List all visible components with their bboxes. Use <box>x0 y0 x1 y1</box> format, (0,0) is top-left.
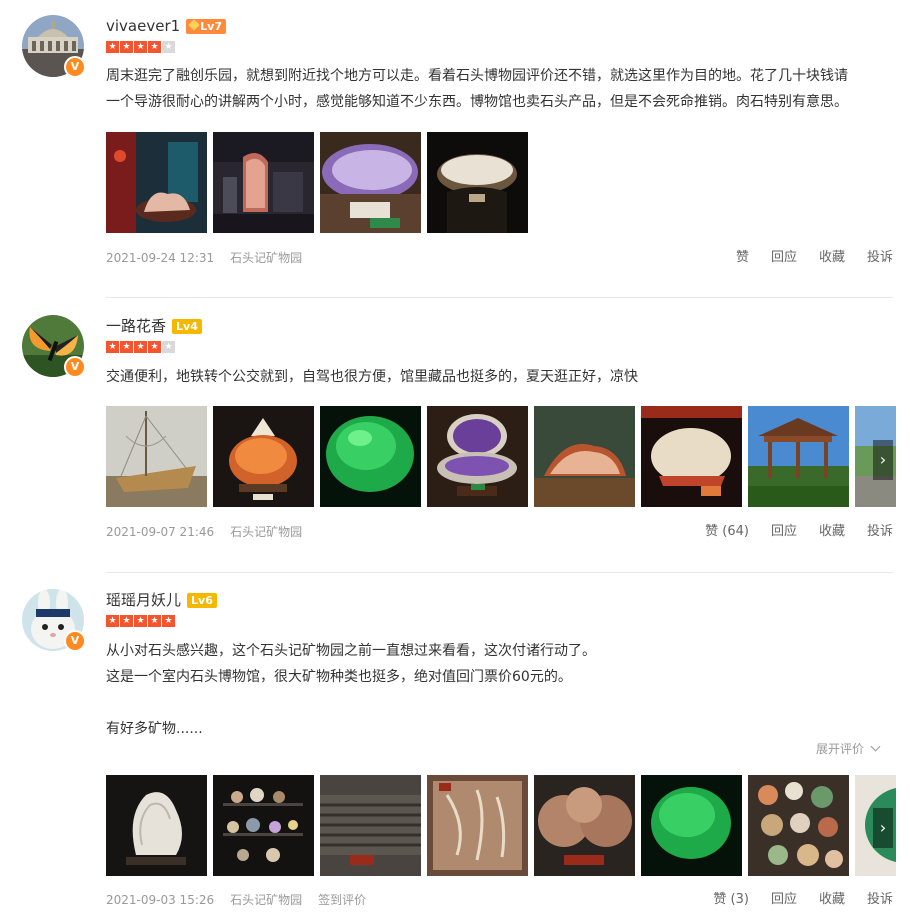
review-text: 交通便利，地铁转个公交就到，自驾也很方便，馆里藏品也挺多的，夏天逛正好，凉快 <box>106 364 896 390</box>
photo-strip <box>106 132 896 233</box>
level-badge: Lv6 <box>187 593 217 608</box>
username[interactable]: vivaever1 Lv7 <box>106 16 227 36</box>
review-photo[interactable] <box>213 132 314 233</box>
reply-button[interactable]: 回应 <box>771 892 797 907</box>
star-icon: ★ <box>162 341 175 353</box>
rating-stars: ★ ★ ★ ★ ★ <box>106 615 175 627</box>
level-text: Lv6 <box>191 594 213 607</box>
report-button[interactable]: 投诉 <box>867 524 893 539</box>
checkin-tag: 签到评价 <box>318 893 367 907</box>
username-text[interactable]: 一路花香 <box>106 317 166 335</box>
star-icon: ★ <box>106 341 119 353</box>
review-line: 有好多矿物...... <box>106 721 203 737</box>
star-icon: ★ <box>106 615 119 627</box>
photo-strip <box>106 406 896 507</box>
review-photo[interactable] <box>534 406 635 507</box>
review-photo[interactable] <box>320 775 421 876</box>
review-line <box>106 690 896 716</box>
poi-link[interactable]: 石头记矿物园 <box>230 251 302 265</box>
star-icon: ★ <box>120 41 133 53</box>
review-photo[interactable] <box>320 406 421 507</box>
review-date: 2021-09-03 15:26 <box>106 893 215 907</box>
review-photo[interactable] <box>106 132 207 233</box>
chevron-down-icon <box>870 741 881 752</box>
review-photo[interactable] <box>213 775 314 876</box>
review-photo[interactable] <box>641 775 742 876</box>
report-button[interactable]: 投诉 <box>867 250 893 265</box>
review-actions: 赞 (64) 回应 收藏 投诉 <box>683 523 893 541</box>
review-line: 交通便利，地铁转个公交就到，自驾也很方便，馆里藏品也挺多的，夏天逛正好，凉快 <box>106 369 638 385</box>
next-photo-button[interactable]: › <box>873 808 893 848</box>
star-icon: ★ <box>120 341 133 353</box>
collect-button[interactable]: 收藏 <box>819 250 845 265</box>
review-photo[interactable] <box>427 406 528 507</box>
rating-stars: ★ ★ ★ ★ ★ <box>106 41 175 53</box>
review-date: 2021-09-07 21:46 <box>106 525 215 539</box>
username[interactable]: 一路花香 Lv4 <box>106 316 202 336</box>
collect-button[interactable]: 收藏 <box>819 892 845 907</box>
divider <box>106 572 893 573</box>
verified-icon: V <box>64 356 86 378</box>
review-line: 周末逛完了融创乐园，就想到附近找个地方可以走。看着石头博物园评价还不错，就选这里… <box>106 68 848 84</box>
star-icon: ★ <box>134 341 147 353</box>
review-line: 这是一个室内石头博物馆，很大矿物种类也挺多，绝对值回门票价60元的。 <box>106 669 572 685</box>
star-icon: ★ <box>148 615 161 627</box>
review-actions: 赞 回应 收藏 投诉 <box>714 249 893 267</box>
star-icon: ★ <box>162 615 175 627</box>
review-photo[interactable] <box>106 406 207 507</box>
star-icon: ★ <box>134 615 147 627</box>
poi-link[interactable]: 石头记矿物园 <box>230 525 302 539</box>
review-line: 一个导游很耐心的讲解两个小时，感觉能够知道不少东西。博物馆也卖石头产品，但是不会… <box>106 94 848 110</box>
poi-link[interactable]: 石头记矿物园 <box>230 893 302 907</box>
report-button[interactable]: 投诉 <box>867 892 893 907</box>
review-photo[interactable] <box>641 406 742 507</box>
level-badge: Lv7 <box>186 19 227 34</box>
diamond-icon <box>188 19 200 31</box>
username-text[interactable]: vivaever1 <box>106 17 180 35</box>
review-photo[interactable] <box>748 406 849 507</box>
review-date: 2021-09-24 12:31 <box>106 251 215 265</box>
verified-icon: V <box>64 56 86 78</box>
expand-review-button[interactable]: 展开评价 <box>816 740 881 758</box>
rating-stars: ★ ★ ★ ★ ★ <box>106 341 175 353</box>
photo-strip <box>106 775 896 876</box>
like-button[interactable]: 赞 (3) <box>713 892 749 907</box>
next-photo-button[interactable]: › <box>873 440 893 480</box>
review-photo[interactable] <box>427 775 528 876</box>
reply-button[interactable]: 回应 <box>771 250 797 265</box>
review-meta: 2021-09-24 12:31 石头记矿物园 <box>106 249 318 267</box>
username-text[interactable]: 瑶瑶月妖儿 <box>106 591 181 609</box>
like-button[interactable]: 赞 <box>736 250 749 265</box>
level-text: Lv4 <box>176 320 198 333</box>
level-badge: Lv4 <box>172 319 202 334</box>
reply-button[interactable]: 回应 <box>771 524 797 539</box>
review-meta: 2021-09-07 21:46 石头记矿物园 <box>106 523 318 541</box>
review-photo[interactable] <box>106 775 207 876</box>
collect-button[interactable]: 收藏 <box>819 524 845 539</box>
review-actions: 赞 (3) 回应 收藏 投诉 <box>691 891 893 909</box>
star-icon: ★ <box>134 41 147 53</box>
star-icon: ★ <box>148 41 161 53</box>
review-line: 从小对石头感兴趣，这个石头记矿物园之前一直想过来看看，这次付诸行动了。 <box>106 643 596 659</box>
review-photo[interactable] <box>427 132 528 233</box>
star-icon: ★ <box>106 41 119 53</box>
review-photo[interactable] <box>748 775 849 876</box>
username[interactable]: 瑶瑶月妖儿 Lv6 <box>106 590 217 610</box>
star-icon: ★ <box>120 615 133 627</box>
level-text: Lv7 <box>200 20 223 33</box>
divider <box>106 297 893 298</box>
review-text: 周末逛完了融创乐园，就想到附近找个地方可以走。看着石头博物园评价还不错，就选这里… <box>106 63 896 115</box>
verified-icon: V <box>64 630 86 652</box>
like-button[interactable]: 赞 (64) <box>705 524 749 539</box>
star-icon: ★ <box>162 41 175 53</box>
review-meta: 2021-09-03 15:26 石头记矿物园 签到评价 <box>106 891 382 909</box>
review-photo[interactable] <box>534 775 635 876</box>
review-text: 从小对石头感兴趣，这个石头记矿物园之前一直想过来看看，这次付诸行动了。 这是一个… <box>106 638 896 742</box>
expand-label[interactable]: 展开评价 <box>816 742 864 756</box>
review-photo[interactable] <box>320 132 421 233</box>
star-icon: ★ <box>148 341 161 353</box>
review-photo[interactable] <box>213 406 314 507</box>
